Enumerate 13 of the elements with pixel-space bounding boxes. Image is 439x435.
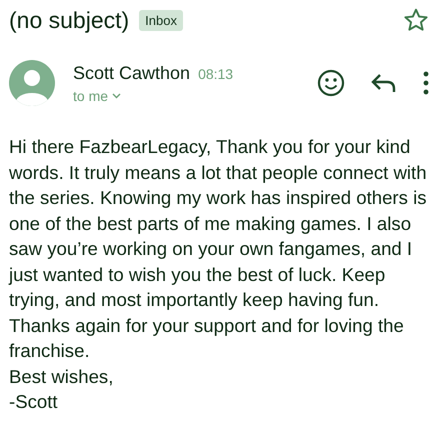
- more-options-button[interactable]: [423, 71, 429, 95]
- star-button[interactable]: [403, 7, 429, 33]
- message-paragraph: Best wishes,: [9, 364, 114, 388]
- emoji-button[interactable]: [317, 69, 345, 97]
- message-paragraph: Hi there FazbearLegacy, Thank you for your kind words. It truly means a lot that people connect with the series. Knowing my work has inspired others is one of the best parts of me making games. I also saw you’re working on your own fangames, and I just wanted to wish you the best of luck. Keep trying, and most importantly keep having fun. Thanks again for your support and for loving the franchise.: [9, 135, 428, 363]
- email-subject: (no subject): [9, 6, 130, 34]
- reply-button[interactable]: [371, 72, 397, 94]
- inbox-label[interactable]: Inbox: [139, 10, 183, 30]
- sent-time: 08:13: [198, 66, 234, 82]
- sender-name: Scott Cawthon: [73, 62, 190, 84]
- avatar-icon: [9, 60, 55, 106]
- message-paragraph: -Scott: [9, 390, 59, 414]
- chevron-down-icon: [112, 92, 122, 98]
